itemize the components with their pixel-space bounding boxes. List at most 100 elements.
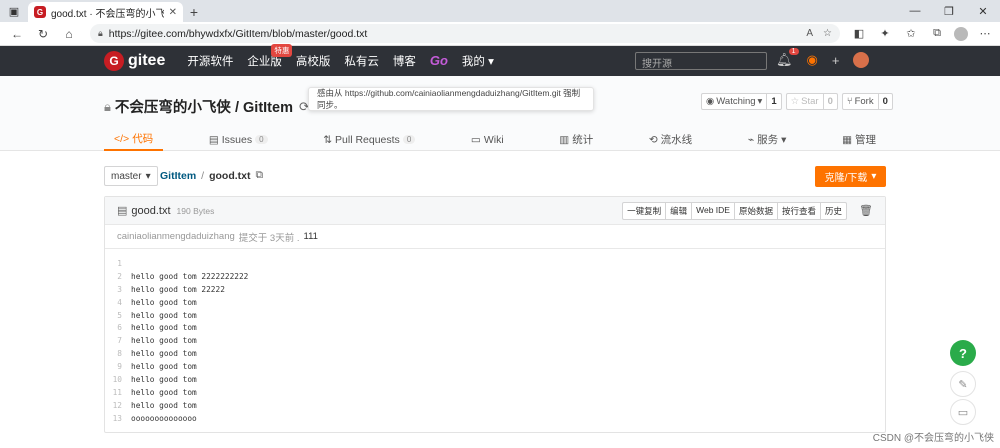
notification-bell-icon[interactable]: 🔔︎ 1 (776, 48, 799, 68)
commit-info: cainiaolianmengdaduizhang 提交于 3天前 . 111 (105, 225, 885, 249)
tab-manage[interactable]: ▦ 管理 (832, 128, 886, 151)
url-text: https://gitee.com/bhywdxfx/GitItem/blob/… (108, 27, 368, 40)
file-name: good.txt (131, 204, 171, 217)
tab-issues[interactable]: ▤ Issues 0 (199, 128, 278, 151)
history-button[interactable]: 历史 (820, 202, 846, 219)
sync-tooltip: 感由从 https://github.com/cainiaolianmengda… (308, 87, 594, 111)
copy-path-icon[interactable]: ⧉ (256, 169, 264, 182)
line-number: 3 (117, 284, 122, 294)
tab-pr-label: Pull Requests (335, 133, 400, 146)
pipeline-icon: ⟲ (648, 133, 658, 146)
nav-mine-label: 我的 (461, 56, 485, 68)
help-button[interactable]: ? (950, 340, 976, 366)
tab-code[interactable]: </> 代码 (104, 128, 164, 151)
repo-tabs: </> 代码 ▤ Issues 0 ⇅ Pull Requests 0 ▭ Wiki ▥ 统计… (104, 128, 886, 151)
close-window-icon[interactable]: ✕ (966, 0, 1000, 22)
tab-wiki[interactable]: ▭ Wiki (461, 128, 514, 151)
tab-stats-label: 统计 (572, 134, 594, 146)
tab-services[interactable]: ⌁ 服务 ▾ (738, 128, 797, 151)
line-text: hello good tom (131, 297, 197, 307)
collections-icon[interactable]: ⧉ (928, 27, 946, 40)
more-menu-icon[interactable]: ⋯ (976, 27, 994, 40)
blame-button[interactable]: 按行查看 (777, 202, 820, 219)
watching-button[interactable]: ◉ Watching ▾ 1 (701, 93, 782, 110)
close-tab-icon[interactable]: ✕ (169, 7, 177, 18)
address-bar[interactable]: 🔒︎ https://gitee.com/bhywdxfx/GitItem/bl… (90, 24, 840, 43)
clone-label: 克隆/下载 (824, 173, 868, 184)
branch-selector[interactable]: master ▾ (104, 166, 158, 186)
browser-tab[interactable]: G good.txt · 不会压弯的小飞侠/Git ✕ (28, 2, 183, 22)
header-actions: 🔔︎ 1 ◉ + (776, 48, 870, 68)
commit-author[interactable]: cainiaolianmengdaduizhang (117, 231, 235, 242)
file-header: ▤ good.txt 190 Bytes 一键复制 编辑 Web IDE 原始数… (105, 197, 885, 225)
gitee-logo[interactable]: G gitee (104, 51, 165, 71)
tab-stats[interactable]: ▥ 统计 (549, 128, 603, 151)
line-number: 6 (117, 323, 122, 333)
back-icon[interactable]: ← (6, 24, 28, 44)
nav-enterprise[interactable]: 企业版 特惠 (247, 44, 293, 69)
map-pin-icon[interactable]: ◉ (807, 52, 818, 68)
nav-go[interactable]: Go (430, 53, 448, 69)
line-number: 11 (112, 387, 122, 397)
fork-label: Fork (854, 96, 874, 107)
watching-label: Watching (716, 96, 756, 107)
breadcrumb: GitItem / good.txt ⧉ (160, 169, 263, 182)
user-avatar[interactable] (853, 52, 870, 68)
line-number: 9 (117, 362, 122, 372)
clone-download-button[interactable]: 克隆/下载 ▾ (815, 166, 886, 187)
web-ide-button[interactable]: Web IDE (691, 202, 734, 219)
trash-icon[interactable]: 🗑︎ (859, 204, 873, 217)
extension-icon[interactable]: ◧ (850, 27, 868, 40)
home-icon[interactable]: ⌂ (58, 24, 80, 44)
favorites-icon[interactable]: ✩ (902, 27, 920, 40)
line-text: hello good tom (131, 362, 197, 372)
nav-university[interactable]: 高校版 (296, 53, 331, 69)
nav-mine[interactable]: 我的 ▾ (462, 53, 494, 69)
notification-count: 1 (788, 48, 799, 55)
services-icon: ⌁ (747, 133, 755, 146)
minimize-icon[interactable]: — (898, 0, 932, 22)
wiki-icon: ▭ (470, 133, 481, 146)
nav-private-cloud[interactable]: 私有云 (344, 53, 379, 69)
search-input[interactable]: 搜开源 (635, 52, 767, 70)
read-aloud-icon[interactable]: A (806, 28, 813, 39)
puzzle-icon[interactable]: ✦ (876, 27, 894, 40)
code-line: 5 hello good tom (105, 309, 885, 322)
refresh-icon[interactable]: ↻ (32, 24, 54, 44)
line-number: 7 (117, 336, 122, 346)
raw-data-button[interactable]: 原始数据 (733, 202, 777, 219)
feedback-edit-icon[interactable]: ✎ (950, 371, 976, 397)
gitee-favicon-icon: G (34, 6, 46, 18)
fork-button[interactable]: ⑂ Fork 0 (841, 93, 893, 110)
pull-request-icon: ⇅ (323, 133, 333, 146)
tab-pipeline[interactable]: ⟲ 流水线 (639, 128, 702, 151)
line-text: hello good tom (131, 349, 197, 359)
csdn-watermark: CSDN @不会压弯的小飞侠 (872, 433, 994, 444)
line-text: hello good tom 2222222222 (131, 271, 249, 281)
profile-avatar[interactable] (954, 26, 968, 41)
address-actions: A ☆ (806, 28, 832, 39)
restore-icon[interactable]: ❐ (932, 0, 966, 22)
fork-count: 0 (877, 94, 892, 109)
caret-down-icon: ▾ (145, 170, 151, 182)
edit-button[interactable]: 编辑 (665, 202, 691, 219)
tab-code-label: 代码 (132, 133, 154, 145)
tab-pull-requests[interactable]: ⇅ Pull Requests 0 (313, 128, 425, 151)
chat-icon[interactable]: ▭ (950, 399, 976, 425)
repo-owner-name[interactable]: 不会压弯的小飞侠 / GitItem (115, 96, 293, 117)
breadcrumb-repo[interactable]: GitItem (160, 170, 196, 182)
tab-pipeline-label: 流水线 (660, 134, 693, 146)
nav-blog[interactable]: 博客 (393, 53, 416, 69)
favorite-star-icon[interactable]: ☆ (823, 28, 832, 39)
pr-count: 0 (402, 135, 416, 144)
copy-all-button[interactable]: 一键复制 (623, 203, 665, 219)
window-menu-icon[interactable]: ▣ (0, 0, 28, 22)
line-text: hello good tom (131, 400, 197, 410)
branch-label: master (111, 170, 142, 182)
star-button[interactable]: ☆ Star 0 (785, 93, 838, 110)
add-plus-icon[interactable]: + (832, 53, 840, 68)
line-number: 8 (117, 349, 122, 359)
commit-message[interactable]: 111 (304, 231, 318, 242)
nav-open-source[interactable]: 开源软件 (187, 53, 233, 69)
new-tab-icon[interactable]: + (183, 2, 205, 22)
